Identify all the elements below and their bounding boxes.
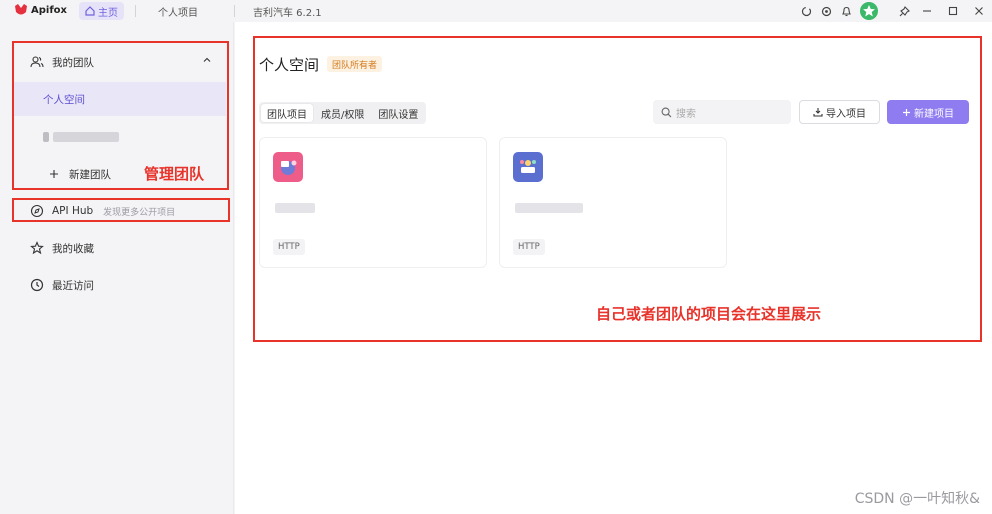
tab-home-label: 主页 xyxy=(98,7,118,19)
project-name-blurred xyxy=(515,198,583,217)
owner-badge: 团队所有者 xyxy=(327,56,383,72)
blurred-team-name xyxy=(53,132,119,142)
project-type-tag: HTTP xyxy=(513,239,545,255)
tab-team-settings[interactable]: 团队设置 xyxy=(372,104,424,122)
minimize-icon[interactable] xyxy=(914,1,940,21)
star-icon xyxy=(28,239,46,257)
tab-divider xyxy=(135,5,136,17)
maximize-icon[interactable] xyxy=(940,1,966,21)
bell-icon[interactable] xyxy=(836,1,856,21)
search-input[interactable]: 搜索 xyxy=(653,100,791,124)
sidebar-item-label: API Hub xyxy=(52,205,94,217)
sidebar-item-label: 我的收藏 xyxy=(52,242,94,255)
new-project-button[interactable]: 新建项目 xyxy=(887,100,969,124)
sidebar-item-api-hub[interactable]: API Hub 发现更多公开项目 xyxy=(14,194,226,228)
tab-team-projects[interactable]: 团队项目 xyxy=(261,104,313,122)
avatar[interactable] xyxy=(856,1,882,21)
blurred-text xyxy=(43,132,49,142)
import-project-button[interactable]: 导入项目 xyxy=(799,100,880,124)
project-cover-image xyxy=(273,152,303,182)
sidebar-item-label: 新建团队 xyxy=(69,168,111,181)
project-type-tag: HTTP xyxy=(273,239,305,255)
sidebar-item-personal-space[interactable]: 个人空间 xyxy=(14,82,226,116)
search-icon xyxy=(661,107,672,117)
app-name: Apifox xyxy=(31,4,67,16)
tab-home[interactable]: 主页 xyxy=(79,2,124,20)
annotation-manage-team: 管理团队 xyxy=(144,165,205,183)
project-card[interactable]: HTTP xyxy=(499,137,727,268)
gear-icon[interactable] xyxy=(816,1,836,21)
sidebar-item-label: 最近访问 xyxy=(52,279,94,292)
main-panel: 个人空间 团队所有者 团队项目 成员/权限 团队设置 搜索 导入项目 新建项目 … xyxy=(235,22,992,514)
chevron-up-icon[interactable] xyxy=(202,55,212,68)
pin-icon[interactable] xyxy=(894,1,914,21)
new-project-label: 新建项目 xyxy=(914,108,954,120)
title-bar: Apifox 主页 个人项目 吉利汽车 6.2.1 xyxy=(0,0,992,22)
close-icon[interactable] xyxy=(966,1,992,21)
sidebar-item-recent[interactable]: 最近访问 xyxy=(14,268,226,302)
home-icon xyxy=(85,6,95,16)
import-icon xyxy=(813,108,823,117)
search-placeholder: 搜索 xyxy=(676,108,696,120)
plus-icon xyxy=(903,108,910,116)
tab-personal-project[interactable]: 个人项目 xyxy=(158,4,198,19)
clock-icon xyxy=(28,276,46,294)
tab-members-permissions[interactable]: 成员/权限 xyxy=(315,104,370,122)
compass-icon xyxy=(28,202,46,220)
team-group-header[interactable]: 我的团队 xyxy=(14,45,226,79)
import-project-label: 导入项目 xyxy=(826,108,866,120)
team-icon xyxy=(28,53,46,71)
apifox-logo-icon xyxy=(15,4,27,15)
project-cover-image xyxy=(513,152,543,182)
plus-icon xyxy=(45,165,63,183)
sidebar-item-team[interactable] xyxy=(14,120,226,154)
app-logo: Apifox xyxy=(14,3,67,17)
team-group-label: 我的团队 xyxy=(52,56,94,69)
project-card[interactable]: HTTP xyxy=(259,137,487,268)
sync-icon[interactable] xyxy=(796,1,816,21)
page-title: 个人空间 xyxy=(259,56,320,74)
window-controls xyxy=(796,0,992,22)
project-name-blurred xyxy=(275,198,315,217)
watermark: CSDN @一叶知秋& xyxy=(854,491,980,507)
sidebar-item-favorites[interactable]: 我的收藏 xyxy=(14,231,226,265)
annotation-projects-here: 自己或者团队的项目会在这里展示 xyxy=(596,305,822,323)
sidebar-item-label: 个人空间 xyxy=(43,93,85,106)
tab-geely-project[interactable]: 吉利汽车 6.2.1 xyxy=(253,4,322,19)
tab-divider xyxy=(234,5,235,17)
team-tabs: 团队项目 成员/权限 团队设置 xyxy=(259,102,427,124)
sidebar: 我的团队 个人空间 新建团队 API Hub 发现更多公开项目 我的收藏 最近访… xyxy=(0,22,234,514)
api-hub-hint: 发现更多公开项目 xyxy=(103,207,176,218)
